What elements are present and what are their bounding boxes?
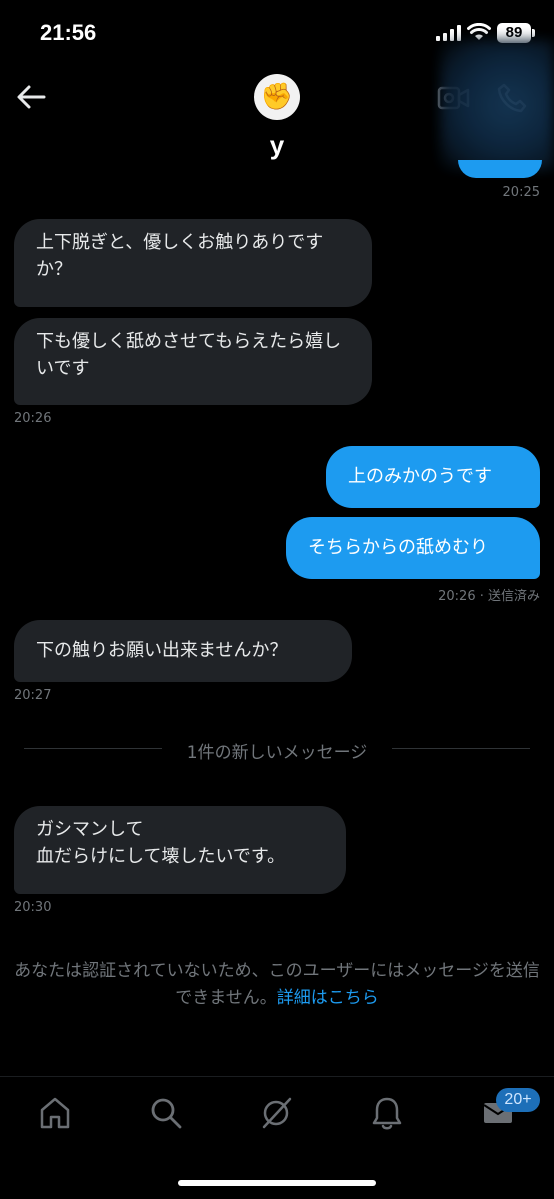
message-timestamp: 20:26 · 送信済み [438, 589, 540, 604]
received-message-bubble[interactable]: ガシマンして 血だらけにして壊したいです。 [14, 806, 346, 894]
partial-message-bubble[interactable] [458, 160, 542, 178]
cannot-message-notice: あなたは認証されていないため、このユーザーにはメッセージを送信できません。詳細は… [10, 958, 544, 1012]
received-message-bubble[interactable]: 下も優しく舐めさせてもらえたら嬉しいです [14, 318, 372, 405]
home-indicator[interactable] [178, 1180, 376, 1186]
status-time: 21:56 [40, 20, 97, 45]
back-arrow-icon[interactable] [14, 82, 48, 112]
message-timestamp: 20:25 [502, 185, 540, 200]
received-message-bubble[interactable]: 下の触りお願い出来ませんか？ [14, 620, 352, 682]
blurred-region [440, 40, 554, 170]
sent-message-bubble[interactable]: 上のみかのうです [326, 446, 540, 508]
sent-message-bubble[interactable]: そちらからの舐めむり [286, 517, 540, 579]
new-messages-divider: 1件の新しいメッセージ [186, 743, 368, 763]
battery-tip [532, 29, 535, 37]
grok-icon[interactable] [258, 1095, 294, 1131]
wifi-icon [467, 23, 491, 40]
message-timestamp: 20:27 [14, 688, 52, 703]
cellular-signal-icon [436, 25, 461, 41]
avatar[interactable]: ✊ [254, 74, 300, 120]
received-message-bubble[interactable]: 上下脱ぎと、優しくお触りありですか？ [14, 219, 372, 307]
message-timestamp: 20:30 [14, 900, 52, 915]
search-icon[interactable] [148, 1095, 184, 1131]
notifications-icon[interactable] [369, 1095, 405, 1131]
message-timestamp: 20:26 [14, 411, 52, 426]
home-icon[interactable] [37, 1095, 73, 1131]
learn-more-link[interactable]: 詳細はこちら [277, 988, 379, 1008]
messages-badge: 20+ [496, 1088, 540, 1112]
